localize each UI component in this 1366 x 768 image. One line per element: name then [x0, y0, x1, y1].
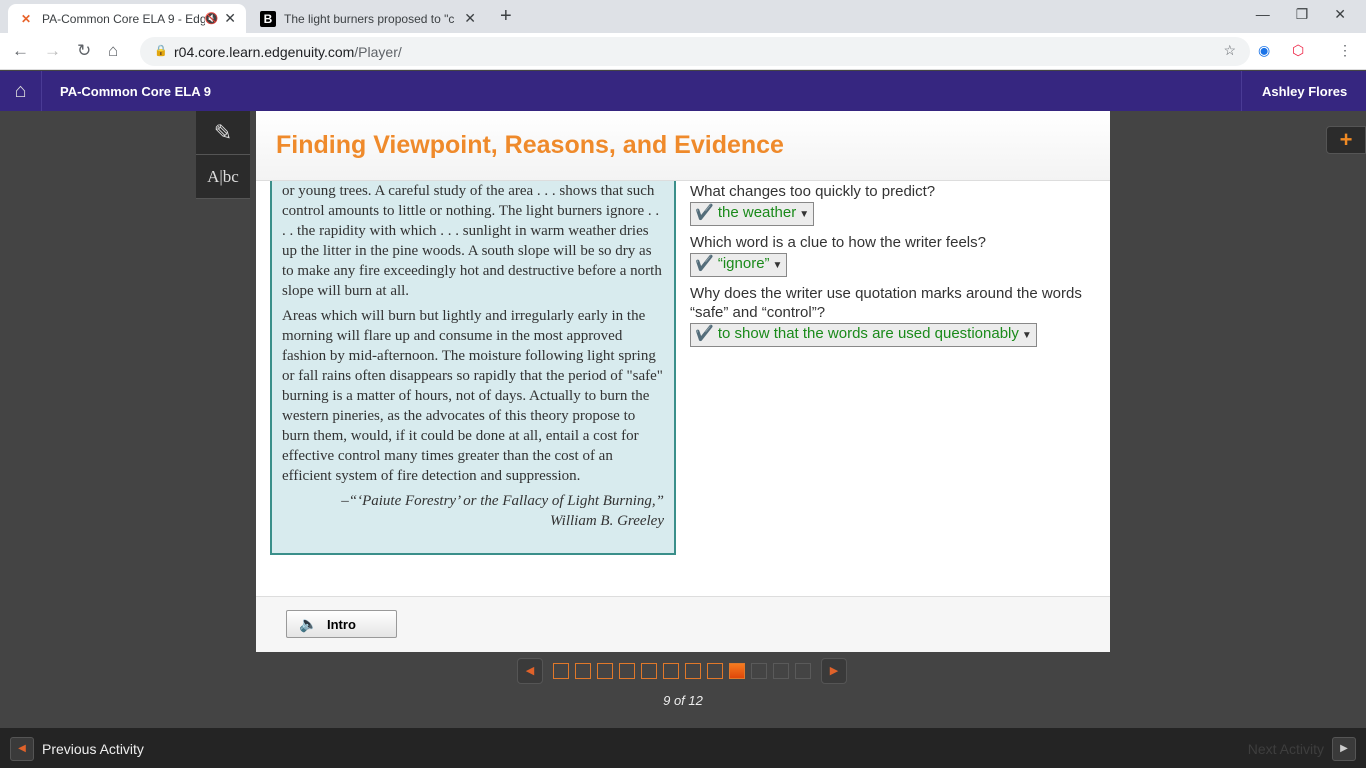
dictionary-icon[interactable]: A|bc: [196, 155, 250, 199]
page-square-12[interactable]: [795, 663, 811, 679]
url-host: r04.core.learn.edgenuity.com: [174, 44, 355, 60]
extension-icon[interactable]: ⬡: [1292, 42, 1304, 59]
course-title: PA-Common Core ELA 9: [60, 84, 211, 99]
page-square-7[interactable]: [685, 663, 701, 679]
extension-icon[interactable]: ◉: [1258, 42, 1270, 59]
passage-paragraph: or young trees. A careful study of the a…: [282, 183, 662, 299]
question-text: What changes too quickly to predict?: [690, 183, 936, 200]
page-square-1[interactable]: [553, 663, 569, 679]
next-activity-label: Next Activity: [1247, 741, 1324, 757]
tab-title: PA-Common Core ELA 9 - Edgenuity: [42, 11, 205, 26]
close-window-icon[interactable]: ✕: [1334, 6, 1346, 23]
url-path: /Player/: [354, 44, 402, 60]
speaker-icon: 🔈: [299, 616, 318, 633]
lesson-title: Finding Viewpoint, Reasons, and Evidence: [256, 111, 1110, 181]
close-tab-icon[interactable]: ✕: [224, 10, 236, 27]
page-square-10[interactable]: [751, 663, 767, 679]
citation-author: William B. Greeley: [550, 513, 664, 529]
intro-label: Intro: [327, 617, 356, 632]
dropdown-arrow-icon: ▼: [799, 209, 810, 220]
page-square-6[interactable]: [663, 663, 679, 679]
dropdown-arrow-icon: ▼: [1021, 330, 1032, 341]
browser-tab[interactable]: B The light burners proposed to "c ✕: [250, 4, 486, 33]
passage-paragraph: Areas which will burn but lightly and ir…: [282, 308, 663, 484]
edgenuity-logo-icon: ✕: [20, 11, 32, 26]
new-tab-button[interactable]: +: [500, 5, 512, 28]
url-input[interactable]: 🔒 r04.core.learn.edgenuity.com/Player/ ☆: [140, 37, 1250, 66]
arrow-right-icon: ▶: [1332, 737, 1356, 761]
answer-value: ✔️ the weather: [695, 204, 797, 221]
minimize-icon[interactable]: —: [1256, 6, 1270, 23]
next-page-button[interactable]: ▶: [821, 658, 847, 684]
address-bar-row: ← → ↻ ⌂ 🔒 r04.core.learn.edgenuity.com/P…: [0, 33, 1366, 70]
browser-tab-active[interactable]: ✕ PA-Common Core ELA 9 - Edgenuity 🔇 ✕: [8, 4, 246, 33]
reading-passage: or young trees. A careful study of the a…: [270, 181, 676, 555]
prev-page-button[interactable]: ◀: [517, 658, 543, 684]
course-home-icon[interactable]: ⌂: [0, 71, 42, 111]
page-square-9[interactable]: [729, 663, 745, 679]
activity-footer: 🔈 Intro: [256, 596, 1110, 652]
page-count: 9 of 12: [663, 693, 703, 708]
answer-dropdown[interactable]: ✔️ to show that the words are used quest…: [690, 323, 1037, 347]
expand-plus-button[interactable]: +: [1326, 126, 1366, 154]
page-navigator: ◀ ▶: [517, 658, 847, 684]
question-text: Why does the writer use quotation marks …: [690, 285, 1082, 321]
home-icon[interactable]: ⌂: [108, 41, 118, 61]
pencil-icon[interactable]: ✎: [196, 111, 250, 155]
previous-activity-label: Previous Activity: [42, 741, 144, 757]
activity-panel: Finding Viewpoint, Reasons, and Evidence…: [256, 111, 1110, 652]
page-square-5[interactable]: [641, 663, 657, 679]
intro-audio-button[interactable]: 🔈 Intro: [286, 610, 397, 638]
answer-dropdown[interactable]: ✔️ “ignore” ▼: [690, 253, 788, 277]
page-square-2[interactable]: [575, 663, 591, 679]
tab-title: The light burners proposed to "c: [284, 11, 455, 26]
lock-icon: 🔒: [154, 45, 168, 57]
browser-tabbar: ✕ PA-Common Core ELA 9 - Edgenuity 🔇 ✕ B…: [0, 0, 1366, 33]
answer-value: ✔️ to show that the words are used quest…: [695, 325, 1019, 342]
page-square-8[interactable]: [707, 663, 723, 679]
tool-palette: ✎ A|bc: [196, 111, 250, 199]
reload-icon[interactable]: ↻: [77, 41, 91, 61]
question-text: Which word is a clue to how the writer f…: [690, 234, 986, 251]
user-name[interactable]: Ashley Flores: [1241, 71, 1366, 111]
back-icon[interactable]: ←: [12, 41, 29, 61]
answer-value: ✔️ “ignore”: [695, 255, 770, 272]
previous-activity-button[interactable]: ◀ Previous Activity: [10, 737, 144, 761]
restore-icon[interactable]: ❐: [1296, 6, 1309, 23]
answer-dropdown[interactable]: ✔️ the weather ▼: [690, 202, 815, 226]
next-activity-button[interactable]: Next Activity ▶: [1248, 737, 1356, 761]
page-square-3[interactable]: [597, 663, 613, 679]
page-square-11[interactable]: [773, 663, 789, 679]
page-square-4[interactable]: [619, 663, 635, 679]
menu-icon[interactable]: ⋮: [1338, 42, 1352, 59]
citation-title: –“‘Paiute Forestry’ or the Fallacy of Li…: [341, 493, 664, 509]
questions: What changes too quickly to predict? ✔️ …: [690, 181, 1090, 353]
bookmark-star-icon[interactable]: ☆: [1223, 42, 1236, 59]
course-header: ⌂ PA-Common Core ELA 9 Ashley Flores: [0, 71, 1366, 111]
close-tab-icon[interactable]: ✕: [464, 10, 476, 27]
brainly-icon: B: [260, 10, 276, 27]
dropdown-arrow-icon: ▼: [772, 260, 783, 271]
forward-icon[interactable]: →: [44, 41, 61, 61]
activity-nav-bar: ◀ Previous Activity Next Activity ▶: [0, 728, 1366, 768]
arrow-left-icon: ◀: [10, 737, 34, 761]
muted-icon[interactable]: 🔇: [205, 12, 219, 25]
